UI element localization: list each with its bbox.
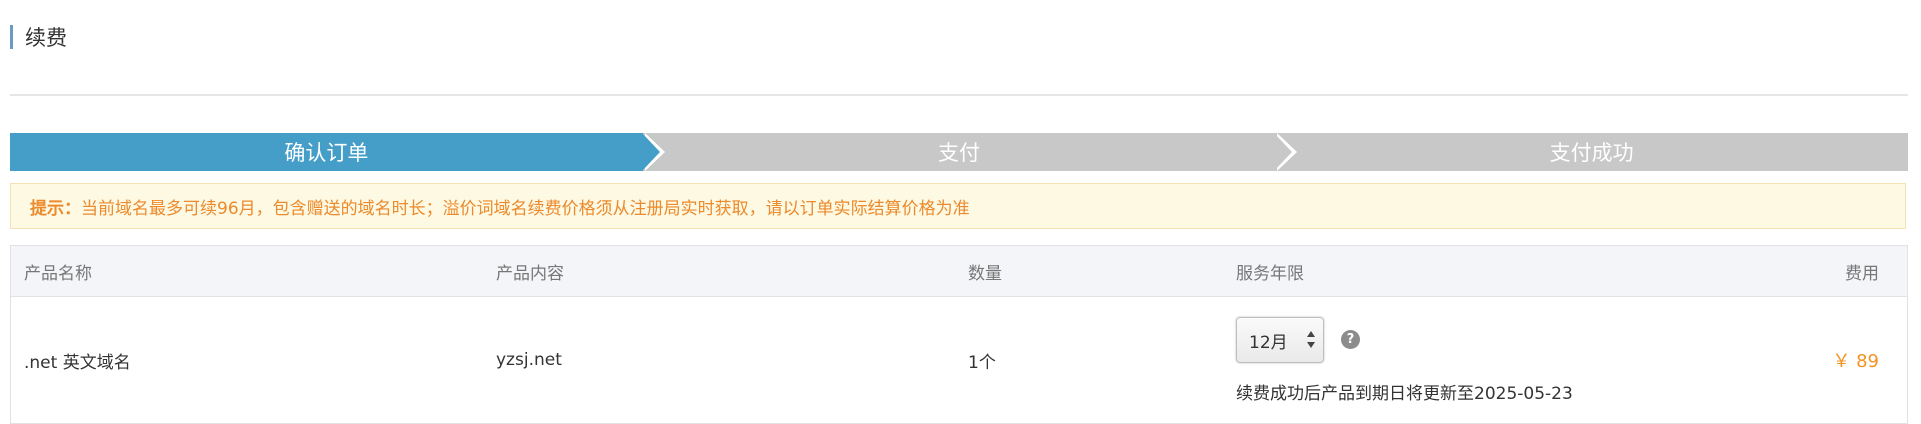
table-row: .net 英文域名 yzsj.net 1个 12月 ? 续费成功后产品到期日将更… [11,297,1907,423]
service-term-select[interactable]: 12月 [1236,317,1324,363]
page-header: 续费 [10,22,67,52]
step-payment-success: 支付成功 [1275,133,1909,171]
order-progress-steps: 确认订单 支付 支付成功 [10,133,1909,171]
step-arrow [641,133,660,171]
notice-text: 当前域名最多可续96月，包含赠送的域名时长；溢价词域名续费价格须从注册局实时获取… [81,198,970,219]
header-divider [10,94,1908,96]
title-accent-bar [10,25,13,49]
table-header: 产品名称 产品内容 数量 服务年限 费用 [11,246,1907,297]
step-label: 确认订单 [284,141,369,165]
order-table: 产品名称 产品内容 数量 服务年限 费用 .net 英文域名 yzsj.net … [10,245,1908,424]
question-circle-icon[interactable]: ? [1341,330,1360,349]
column-header-quantity: 数量 [968,263,1002,284]
column-header-cost: 费用 [1845,263,1879,284]
select-arrows-icon [1307,331,1315,351]
product-name: .net 英文域名 [24,352,131,373]
price: ￥ 89 [1832,351,1879,372]
product-content: yzsj.net [496,350,562,370]
column-header-product-content: 产品内容 [496,263,564,284]
step-confirm-order: 确认订单 [10,133,665,171]
column-header-product-name: 产品名称 [24,263,92,284]
expire-date-note: 续费成功后产品到期日将更新至2025-05-23 [1236,384,1573,404]
step-payment: 支付 [642,133,1298,171]
step-arrow [1274,133,1293,171]
quantity: 1个 [968,352,996,373]
step-label: 支付 [938,141,980,165]
page-title: 续费 [25,26,67,50]
column-header-service-term: 服务年限 [1236,263,1304,284]
notice-label: 提示： [30,198,81,219]
step-label: 支付成功 [1549,141,1634,165]
service-term-value: 12月 [1249,332,1288,353]
notice-banner: 提示： 当前域名最多可续96月，包含赠送的域名时长；溢价词域名续费价格须从注册局… [10,183,1906,229]
